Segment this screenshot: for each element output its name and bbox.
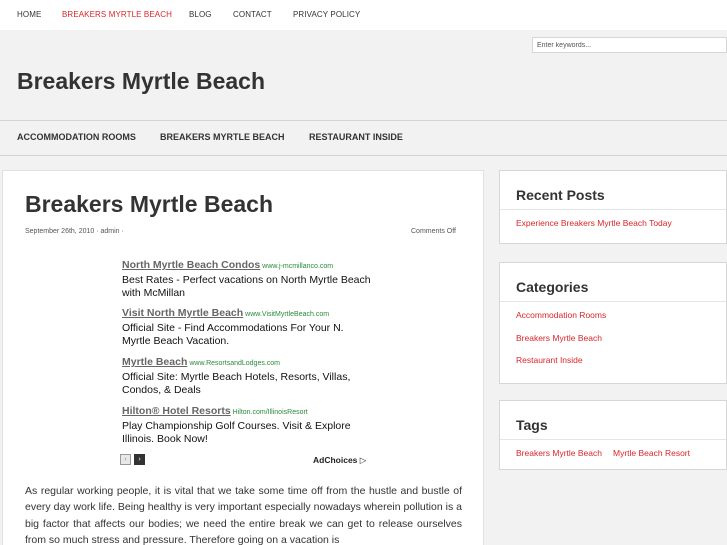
- nav-blog[interactable]: BLOG: [189, 10, 212, 19]
- ad-title-link[interactable]: Myrtle Beach: [122, 356, 187, 368]
- tags-widget: Tags Breakers Myrtle Beach Myrtle Beach …: [499, 400, 727, 470]
- widget-divider: [500, 209, 726, 210]
- ad-description: Official Site - Find Accommodations For …: [122, 322, 344, 347]
- top-navigation: HOME BREAKERS MYRTLE BEACH BLOG CONTACT …: [0, 0, 727, 30]
- adchoices-link[interactable]: AdChoices ▷: [313, 455, 366, 466]
- widget-title: Recent Posts: [516, 187, 605, 203]
- ad-title-link[interactable]: Visit North Myrtle Beach: [122, 307, 243, 319]
- widget-divider: [500, 439, 726, 440]
- post-title[interactable]: Breakers Myrtle Beach: [25, 191, 273, 218]
- tag-link[interactable]: Breakers Myrtle Beach: [516, 448, 602, 458]
- ad-title-link[interactable]: Hilton® Hotel Resorts: [122, 405, 231, 417]
- widget-title: Categories: [516, 279, 589, 295]
- search-input[interactable]: [532, 37, 727, 53]
- post-body: As regular working people, it is vital t…: [25, 485, 462, 545]
- cat-accommodation-rooms[interactable]: ACCOMMODATION ROOMS: [17, 132, 136, 142]
- ad-next-arrow-icon[interactable]: ›: [134, 454, 145, 465]
- ad-url[interactable]: www.VisitMyrtleBeach.com: [245, 311, 329, 318]
- ad-url[interactable]: www.ResortsandLodges.com: [189, 360, 280, 367]
- category-link[interactable]: Breakers Myrtle Beach: [516, 333, 602, 343]
- nav-breakers-myrtle-beach[interactable]: BREAKERS MYRTLE BEACH: [62, 10, 172, 19]
- ad-item: Hilton® Hotel Resorts Hilton.com/Illinois…: [122, 405, 372, 446]
- ad-url[interactable]: Hilton.com/IllinoisResort: [233, 409, 308, 416]
- ad-description: Best Rates - Perfect vacations on North …: [122, 274, 371, 299]
- comments-status: Comments Off: [411, 228, 456, 235]
- recent-posts-widget: Recent Posts Experience Breakers Myrtle …: [499, 170, 727, 244]
- ad-title-link[interactable]: North Myrtle Beach Condos: [122, 259, 260, 271]
- tag-link[interactable]: Myrtle Beach Resort: [613, 448, 690, 458]
- cat-restaurant-inside[interactable]: RESTAURANT INSIDE: [309, 132, 403, 142]
- nav-contact[interactable]: CONTACT: [233, 10, 272, 19]
- ad-url[interactable]: www.j-mcmillanco.com: [262, 263, 333, 270]
- categories-widget: Categories Accommodation Rooms Breakers …: [499, 262, 727, 384]
- recent-post-link[interactable]: Experience Breakers Myrtle Beach Today: [516, 218, 672, 228]
- post-meta: September 26th, 2010 · admin ·: [25, 228, 124, 235]
- ad-prev-arrow-icon[interactable]: ‹: [120, 454, 131, 465]
- ad-description: Official Site: Myrtle Beach Hotels, Reso…: [122, 371, 351, 396]
- main-content: Breakers Myrtle Beach September 26th, 20…: [2, 170, 484, 545]
- ad-description: Play Championship Golf Courses. Visit & …: [122, 420, 351, 445]
- ad-item: Myrtle Beach www.ResortsandLodges.com Off…: [122, 356, 372, 397]
- ad-item: Visit North Myrtle Beach www.VisitMyrtleB…: [122, 307, 372, 348]
- widget-title: Tags: [516, 417, 548, 433]
- ad-item: North Myrtle Beach Condos www.j-mcmillanc…: [122, 259, 372, 300]
- category-navigation: ACCOMMODATION ROOMS BREAKERS MYRTLE BEAC…: [0, 120, 727, 156]
- nav-home[interactable]: HOME: [17, 10, 41, 19]
- site-title[interactable]: Breakers Myrtle Beach: [17, 68, 265, 95]
- widget-divider: [500, 301, 726, 302]
- category-link[interactable]: Restaurant Inside: [516, 355, 583, 365]
- nav-privacy-policy[interactable]: PRIVACY POLICY: [293, 10, 360, 19]
- cat-breakers-myrtle-beach[interactable]: BREAKERS MYRTLE BEACH: [160, 132, 285, 142]
- category-link[interactable]: Accommodation Rooms: [516, 310, 606, 320]
